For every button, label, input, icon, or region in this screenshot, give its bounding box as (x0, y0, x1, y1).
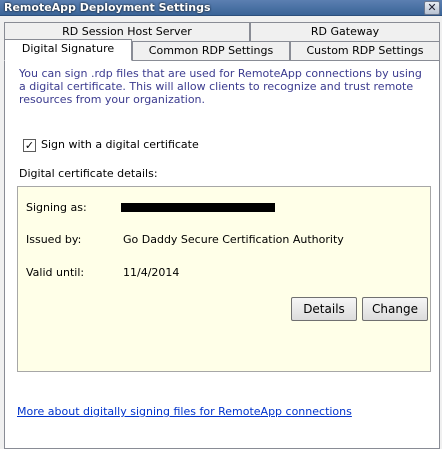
sign-checkbox[interactable]: ✓ (23, 139, 36, 152)
details-button[interactable]: Details (291, 297, 357, 321)
tab-panel-digital-signature: You can sign .rdp files that are used fo… (4, 60, 440, 449)
tab-common-rdp-settings[interactable]: Common RDP Settings (132, 41, 290, 61)
redacted-signer (121, 203, 275, 212)
tab-label: Digital Signature (21, 42, 115, 55)
signing-as-label: Signing as: (26, 201, 87, 214)
tab-rd-gateway[interactable]: RD Gateway (250, 22, 440, 42)
certificate-details-label: Digital certificate details: (19, 167, 158, 180)
intro-text: You can sign .rdp files that are used fo… (19, 67, 422, 106)
issued-by-label: Issued by: (26, 233, 82, 246)
tab-custom-rdp-settings[interactable]: Custom RDP Settings (290, 41, 440, 61)
title-bar: RemoteApp Deployment Settings ✕ (0, 0, 442, 16)
valid-until-value: 11/4/2014 (123, 266, 180, 279)
close-button[interactable]: ✕ (424, 1, 440, 15)
close-icon: ✕ (427, 1, 437, 14)
sign-checkbox-label[interactable]: Sign with a digital certificate (41, 138, 199, 151)
issued-by-value: Go Daddy Secure Certification Authority (123, 233, 344, 246)
valid-until-label: Valid until: (26, 266, 85, 279)
tab-label: RD Gateway (310, 25, 380, 38)
tab-label: Common RDP Settings (148, 44, 274, 57)
checkmark-icon: ✓ (24, 139, 35, 152)
window-title: RemoteApp Deployment Settings (4, 1, 211, 14)
tab-label: Custom RDP Settings (306, 44, 424, 57)
dialog-body: RD Session Host Server RD Gateway Digita… (0, 16, 442, 449)
tab-digital-signature[interactable]: Digital Signature (4, 39, 132, 61)
change-button[interactable]: Change (362, 297, 428, 321)
help-link[interactable]: More about digitally signing files for R… (17, 405, 352, 418)
certificate-details-box: Signing as: Issued by: Go Daddy Secure C… (17, 186, 431, 372)
tab-label: RD Session Host Server (62, 25, 192, 38)
